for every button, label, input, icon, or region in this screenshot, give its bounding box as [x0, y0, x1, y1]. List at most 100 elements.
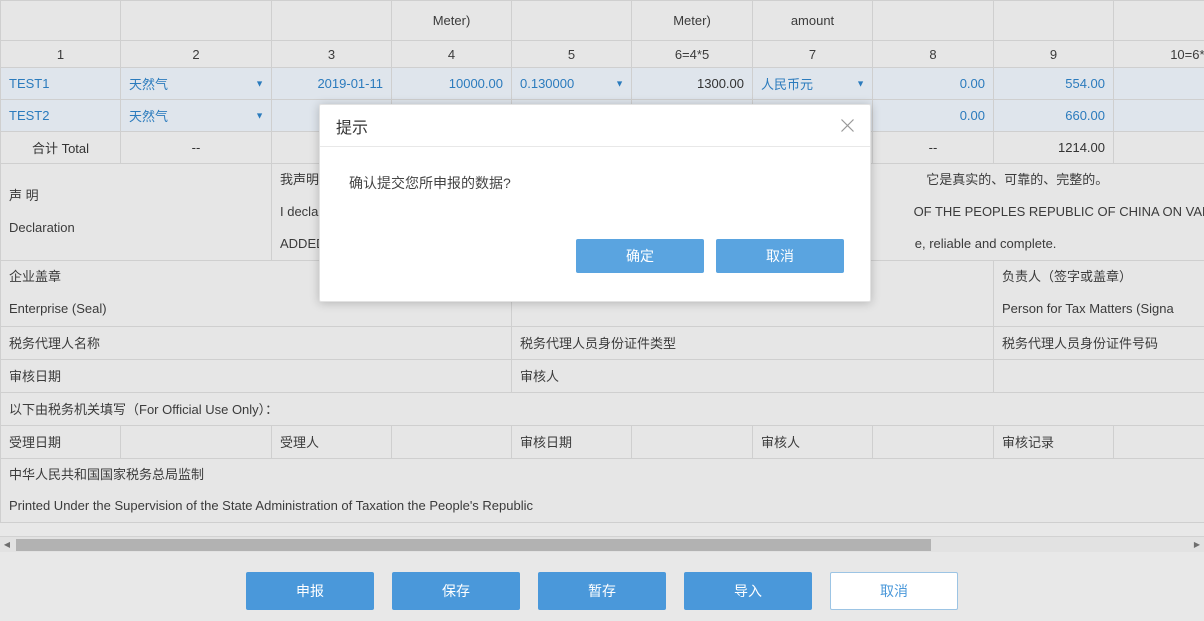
review-empty-cell	[994, 359, 1204, 392]
accept-date-value	[121, 425, 272, 458]
tax-agent-row: 税务代理人名称 税务代理人员身份证件类型 税务代理人员身份证件号码	[1, 326, 1204, 359]
header-fragment-3	[272, 1, 392, 41]
form-footer-cell: 中华人民共和国国家税务总局监制 Printed Under the Superv…	[1, 458, 1204, 522]
import-button[interactable]: 导入	[684, 572, 812, 610]
header-fragment-2	[121, 1, 272, 41]
header-fragment-1	[1, 1, 121, 41]
reviewer-label: 审核人	[512, 359, 994, 392]
col-num-7: 7	[753, 41, 873, 68]
official-use-title-row: 以下由税务机关填写（For Official Use Only）：	[1, 392, 1204, 425]
cell-col9[interactable]: 660.00	[994, 100, 1114, 132]
cell-col8[interactable]: 0.00	[873, 68, 994, 100]
tax-matters-person-cell: 负责人（签字或盖章） Person for Tax Matters (Signa	[994, 260, 1204, 326]
declaration-en1-right: OF THE PEOPLES REPUBLIC OF CHINA ON VALU	[914, 204, 1204, 219]
dialog-confirm-button[interactable]: 确定	[576, 239, 704, 273]
table-column-number-row: 1 2 3 4 5 6=4*5 7 8 9 10=6*9	[1, 41, 1204, 68]
col-num-4: 4	[392, 41, 512, 68]
col-num-5: 5	[512, 41, 632, 68]
cell-amount: 1300.00	[632, 68, 753, 100]
horizontal-scrollbar[interactable]: ◀ ▶	[0, 536, 1204, 552]
declaration-label-cn: 声 明	[9, 180, 263, 212]
chevron-down-icon[interactable]: ▼	[856, 79, 865, 88]
dialog-footer: 确定 取消	[320, 239, 870, 273]
col-num-2: 2	[121, 41, 272, 68]
accept-date-label: 受理日期	[1, 425, 121, 458]
official-review-date-label: 审核日期	[512, 425, 632, 458]
cell-col10: 7202	[1114, 68, 1204, 100]
dialog-cancel-button[interactable]: 取消	[716, 239, 844, 273]
chevron-down-icon[interactable]: ▼	[255, 79, 264, 88]
cancel-button[interactable]: 取消	[830, 572, 958, 610]
cell-col8[interactable]: 0.00	[873, 100, 994, 132]
footer-line-cn: 中华人民共和国国家税务总局监制	[9, 459, 1204, 490]
total-col2: --	[121, 132, 272, 164]
header-fragment-9	[994, 1, 1114, 41]
cell-unit-price-value: 0.130000	[520, 76, 574, 91]
footer-line-en: Printed Under the Supervision of the Sta…	[9, 490, 1204, 521]
confirm-dialog: 提示 确认提交您所申报的数据? 确定 取消	[319, 104, 871, 302]
cell-currency-value: 人民币元	[761, 77, 813, 92]
col-num-10: 10=6*9	[1114, 41, 1204, 68]
tax-matters-person-cn: 负责人（签字或盖章）	[1002, 261, 1204, 293]
declaration-cn-right: 它是真实的、可靠的、完整的。	[926, 172, 1108, 187]
tax-agent-id-type-label: 税务代理人员身份证件类型	[512, 326, 994, 359]
form-footer-row: 中华人民共和国国家税务总局监制 Printed Under the Superv…	[1, 458, 1204, 522]
cell-product-select[interactable]: 天然气 ▼	[121, 68, 272, 100]
official-use-fields-row: 受理日期 受理人 审核日期 审核人 审核记录	[1, 425, 1204, 458]
total-col9: 1214.00	[994, 132, 1114, 164]
tax-agent-id-no-label: 税务代理人员身份证件号码	[994, 326, 1204, 359]
official-reviewer-value	[873, 425, 994, 458]
scroll-right-arrow-icon[interactable]: ▶	[1190, 537, 1204, 553]
bottom-action-bar: 申报 保存 暂存 导入 取消	[0, 560, 1204, 621]
cell-item-name[interactable]: TEST1	[1, 68, 121, 100]
table-row[interactable]: TEST1 天然气 ▼ 2019-01-11 10000.00 0.130000…	[1, 68, 1204, 100]
scrollbar-thumb[interactable]	[16, 539, 931, 551]
declare-button[interactable]: 申报	[246, 572, 374, 610]
review-date-label: 审核日期	[1, 359, 512, 392]
acceptor-value	[392, 425, 512, 458]
scroll-left-arrow-icon[interactable]: ◀	[0, 537, 14, 553]
close-icon[interactable]	[838, 117, 856, 135]
chevron-down-icon[interactable]: ▼	[255, 111, 264, 120]
review-row: 审核日期 审核人	[1, 359, 1204, 392]
declaration-label-cell: 声 明 Declaration	[1, 164, 272, 261]
dialog-header: 提示	[320, 105, 870, 147]
official-use-title: 以下由税务机关填写（For Official Use Only）：	[1, 392, 1204, 425]
col-num-8: 8	[873, 41, 994, 68]
cell-unit-price-select[interactable]: 0.130000 ▼	[512, 68, 632, 100]
cell-col9[interactable]: 554.00	[994, 68, 1114, 100]
total-label: 合计 Total	[1, 132, 121, 164]
header-fragment-4: Meter)	[392, 1, 512, 41]
cell-item-name[interactable]: TEST2	[1, 100, 121, 132]
declaration-label-en: Declaration	[9, 212, 263, 244]
cell-quantity[interactable]: 10000.00	[392, 68, 512, 100]
col-num-3: 3	[272, 41, 392, 68]
cell-product-select[interactable]: 天然气 ▼	[121, 100, 272, 132]
header-fragment-10	[1114, 1, 1204, 41]
declaration-en1-left: I decla	[280, 204, 318, 219]
official-reviewer-label: 审核人	[753, 425, 873, 458]
total-col10: 11162	[1114, 132, 1204, 164]
review-record-value	[1114, 425, 1204, 458]
table-header-fragment-row: Meter) Meter) amount	[1, 1, 1204, 41]
scrollbar-track[interactable]	[14, 538, 1190, 552]
header-fragment-7: amount	[753, 1, 873, 41]
save-button[interactable]: 保存	[392, 572, 520, 610]
dialog-message: 确认提交您所申报的数据?	[349, 175, 511, 191]
cell-date[interactable]: 2019-01-11	[272, 68, 392, 100]
cell-currency-select[interactable]: 人民币元 ▼	[753, 68, 873, 100]
col-num-9: 9	[994, 41, 1114, 68]
chevron-down-icon[interactable]: ▼	[615, 79, 624, 88]
col-num-1: 1	[1, 41, 121, 68]
dialog-body: 确认提交您所申报的数据?	[320, 147, 870, 239]
official-review-date-value	[632, 425, 753, 458]
tax-matters-person-en: Person for Tax Matters (Signa	[1002, 293, 1204, 325]
temp-save-button[interactable]: 暂存	[538, 572, 666, 610]
acceptor-label: 受理人	[272, 425, 392, 458]
declaration-cn-left: 我声明	[280, 172, 319, 187]
tax-agent-name-label: 税务代理人名称	[1, 326, 512, 359]
cell-col10: 3960	[1114, 100, 1204, 132]
review-record-label: 审核记录	[994, 425, 1114, 458]
cell-product-value: 天然气	[129, 109, 168, 124]
dialog-title: 提示	[336, 114, 368, 138]
